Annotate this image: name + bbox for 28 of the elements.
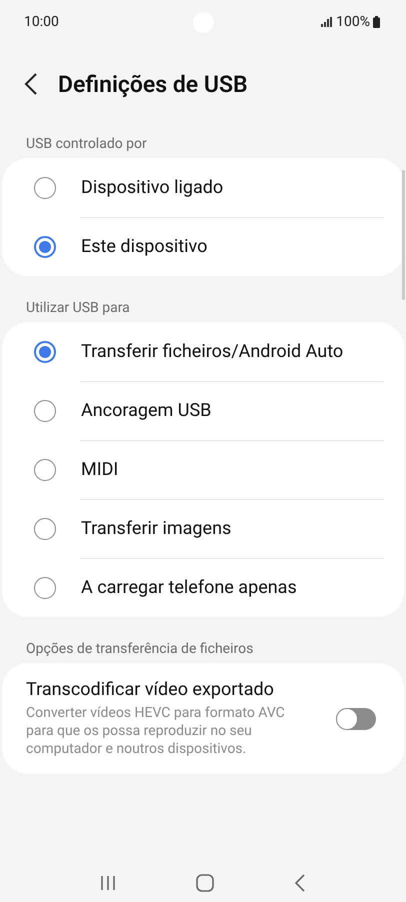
radio-button[interactable] [34, 236, 56, 258]
radio-button[interactable] [34, 458, 56, 480]
section-header: Utilizar USB para [25, 299, 131, 318]
option-label[interactable]: Dispositivo ligado [81, 177, 224, 198]
clock: 10:00 [24, 14, 59, 30]
setting-title[interactable]: Transcodificar vídeo exportado [26, 679, 326, 700]
option-label[interactable]: Transferir imagens [81, 518, 232, 539]
radio-button[interactable] [34, 340, 56, 362]
section-header: Opções de transferência de ficheiros [25, 640, 254, 659]
signal-icon [321, 17, 334, 27]
option-label[interactable]: A carregar telefone apenas [81, 577, 297, 598]
setting-description: Converter vídeos HEVC para formato AVC para que os possa reproduzir no seu computador e noutros dispositivos. [26, 704, 286, 758]
battery-percent: 100% [336, 14, 370, 30]
home-icon[interactable] [196, 874, 214, 892]
option-label[interactable]: Transferir ficheiros/Android Auto [81, 341, 344, 362]
page-title: Definições de USB [58, 70, 248, 98]
radio-button[interactable] [34, 400, 56, 422]
back-icon[interactable] [24, 73, 38, 95]
radio-button[interactable] [34, 518, 56, 540]
option-label[interactable]: MIDI [81, 459, 118, 480]
option-label[interactable]: Este dispositivo [81, 236, 208, 257]
radio-button[interactable] [34, 576, 56, 598]
recents-icon[interactable] [100, 875, 116, 891]
option-label[interactable]: Ancoragem USB [81, 400, 212, 421]
toggle-switch[interactable] [336, 708, 376, 730]
battery-icon [373, 16, 380, 28]
section-header: USB controlado por [25, 135, 148, 154]
radio-button[interactable] [34, 176, 56, 198]
